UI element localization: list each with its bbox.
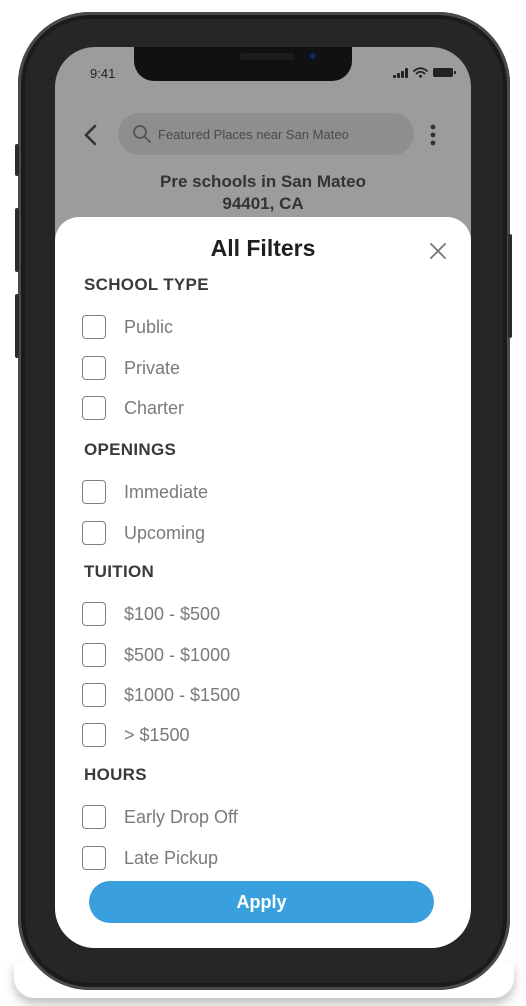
search-bar[interactable]: Featured Places near San Mateo: [118, 113, 414, 155]
side-button-volume-up: [15, 208, 19, 272]
option-tuition-500-1000[interactable]: $500 - $1000: [82, 642, 230, 668]
option-label: > $1500: [124, 724, 190, 745]
search-icon: [133, 125, 151, 143]
checkbox-tuition-1000-1500[interactable]: [82, 683, 106, 707]
page-title: Pre schools in San Mateo 94401, CA: [55, 171, 471, 215]
filters-sheet: All Filters SCHOOL TYPE Public Private C…: [55, 217, 471, 948]
page-title-line2: 94401, CA: [222, 194, 304, 213]
wifi-icon: [413, 67, 428, 78]
side-button-volume-down: [15, 294, 19, 358]
status-time: 9:41: [90, 66, 116, 81]
close-icon[interactable]: [428, 241, 448, 261]
option-label: Late Pickup: [124, 847, 219, 868]
option-tuition-100-500[interactable]: $100 - $500: [82, 601, 220, 627]
option-tuition-1000-1500[interactable]: $1000 - $1500: [82, 682, 240, 708]
checkbox-tuition-over-1500[interactable]: [82, 723, 106, 747]
option-charter[interactable]: Charter: [82, 395, 184, 421]
filters-title: All Filters: [210, 235, 316, 261]
signal-icon: [393, 67, 408, 78]
status-icons: [393, 67, 456, 78]
option-label: Public: [124, 316, 174, 337]
option-label: Upcoming: [124, 522, 206, 543]
option-private[interactable]: Private: [82, 355, 180, 381]
option-early-drop-off[interactable]: Early Drop Off: [82, 804, 238, 830]
checkbox-tuition-500-1000[interactable]: [82, 643, 106, 667]
front-camera: [308, 51, 318, 61]
option-label: $1000 - $1500: [124, 684, 241, 705]
checkbox-immediate[interactable]: [82, 480, 106, 504]
option-public[interactable]: Public: [82, 314, 173, 340]
checkbox-upcoming[interactable]: [82, 521, 106, 545]
option-label: $100 - $500: [124, 603, 221, 624]
battery-icon: [433, 68, 456, 77]
checkbox-private[interactable]: [82, 356, 106, 380]
section-openings: OPENINGS: [84, 440, 177, 459]
option-tuition-over-1500[interactable]: > $1500: [82, 722, 190, 748]
side-button-mute: [15, 144, 19, 176]
section-tuition: TUITION: [84, 562, 155, 581]
option-label: Immediate: [124, 481, 209, 502]
checkbox-public[interactable]: [82, 315, 106, 339]
apply-button[interactable]: Apply: [89, 881, 434, 923]
speaker-grill: [239, 53, 295, 60]
option-label: $500 - $1000: [124, 644, 231, 665]
checkbox-tuition-100-500[interactable]: [82, 602, 106, 626]
side-button-power: [508, 234, 512, 338]
option-immediate[interactable]: Immediate: [82, 479, 208, 505]
phone-screen: 9:41 Featured Places near San Mateo Pre …: [55, 47, 471, 948]
option-label: Private: [124, 357, 181, 378]
search-input[interactable]: Featured Places near San Mateo: [158, 127, 349, 142]
more-vertical-icon[interactable]: [425, 123, 441, 147]
option-label: Charter: [124, 397, 185, 418]
checkbox-late-pickup[interactable]: [82, 846, 106, 870]
option-label: Early Drop Off: [124, 806, 238, 827]
option-upcoming[interactable]: Upcoming: [82, 520, 205, 546]
section-hours: HOURS: [84, 765, 147, 784]
back-arrow-icon[interactable]: [77, 121, 105, 149]
option-late-pickup[interactable]: Late Pickup: [82, 845, 218, 871]
checkbox-charter[interactable]: [82, 396, 106, 420]
section-school-type: SCHOOL TYPE: [84, 275, 209, 294]
checkbox-early-drop-off[interactable]: [82, 805, 106, 829]
page-title-line1: Pre schools in San Mateo: [160, 172, 366, 191]
